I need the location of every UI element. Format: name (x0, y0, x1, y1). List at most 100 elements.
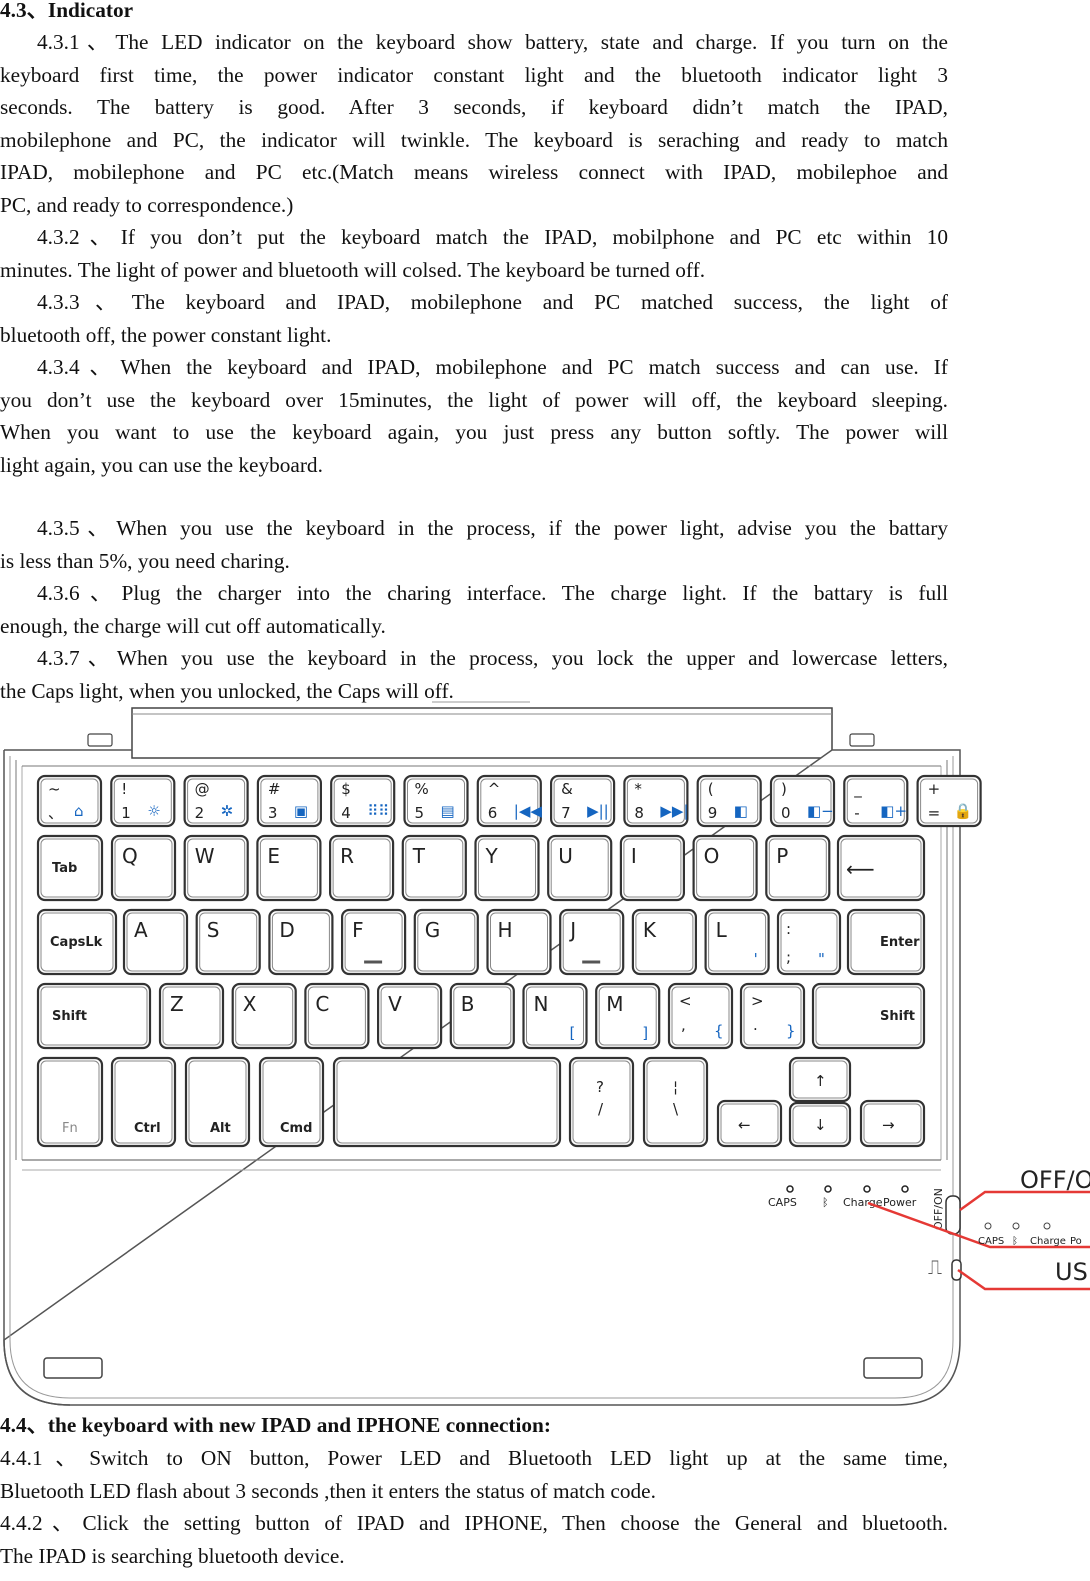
key-d[interactable]: D (268, 908, 334, 976)
key-9[interactable]: (9 ◧ (696, 774, 762, 828)
key-r[interactable]: R (329, 834, 395, 902)
key-period[interactable]: >.} (739, 982, 806, 1050)
key-cmd[interactable]: Cmd (258, 1056, 325, 1148)
key-bottom-symbol: 0 (781, 804, 791, 822)
key-enter-label: Enter (880, 935, 920, 950)
key-letter: B (461, 992, 475, 1016)
key-o[interactable]: O (692, 834, 758, 902)
key-space[interactable] (332, 1056, 562, 1148)
key-backslash[interactable]: ¦\ (642, 1056, 709, 1148)
arrow-right-icon: → (882, 1116, 895, 1134)
key-4[interactable]: $4 ⠿⠿ (330, 774, 396, 828)
key-5[interactable]: % 5 ▤ (403, 774, 469, 828)
key-i[interactable]: I (619, 834, 686, 902)
callout-caps-label: CAPS (978, 1236, 1004, 1247)
key-letter: Y (485, 844, 499, 868)
key-top-symbol: ! (121, 780, 127, 798)
key-m[interactable]: M] (595, 982, 661, 1050)
key-3[interactable]: #3 ▣ (256, 774, 322, 828)
callout-led-panel: CAPS ᛒ Charge Po (978, 1222, 1082, 1247)
key-h[interactable]: H (486, 908, 552, 976)
key-[interactable]: _ - ◧+ (843, 774, 909, 828)
key-shift-label: Shift (880, 1009, 915, 1024)
key-ctrl[interactable]: Ctrl (110, 1056, 177, 1148)
key-bottom-symbol: = (928, 804, 941, 822)
paragraph-4-3-3: 4.3.3、The keyboard and IPAD, mobilephone… (0, 286, 948, 351)
key-shift-right[interactable]: Shift (811, 982, 926, 1050)
key-x[interactable]: X (231, 982, 297, 1050)
key-c[interactable]: C (304, 982, 370, 1050)
lock-icon: 🔒 (954, 802, 973, 820)
callout-power-label: Po (1070, 1236, 1082, 1247)
key-arrow-down[interactable]: ↓ (788, 1101, 852, 1148)
key-k[interactable]: K (631, 908, 698, 976)
key-arrow-up[interactable]: ↑ (788, 1056, 852, 1103)
key-letter: L (716, 918, 728, 942)
key-capslock[interactable]: CapsLk (36, 908, 118, 976)
text-line: 4.3.4、When the keyboard and IPAD, mobile… (37, 355, 948, 379)
home-icon: ⌂ (74, 802, 84, 820)
key-1[interactable]: ! 1 ☼ (110, 774, 176, 828)
text-line: 4.3.7、When you use the keyboard in the p… (37, 646, 948, 670)
key-comma[interactable]: <, { (667, 982, 734, 1050)
key-w[interactable]: W (183, 834, 249, 902)
key-2[interactable]: @2 ✲ (183, 774, 249, 828)
key-letter: D (279, 918, 294, 942)
text-line: keyboard first time, the power indicator… (0, 62, 948, 87)
key-tab[interactable]: Tab (36, 834, 104, 902)
key-bottom-symbol: 、 (48, 804, 63, 822)
search-icon: ▤ (441, 802, 455, 820)
key-bottom-symbol: 5 (415, 804, 425, 822)
key-p[interactable]: P (765, 834, 831, 902)
key-[interactable]: ~ 、 ⌂ (36, 774, 103, 828)
key-alt[interactable]: Alt (184, 1056, 251, 1148)
power-switch[interactable] (945, 1195, 961, 1235)
paragraph-4-3-7: 4.3.7、When you use the keyboard in the p… (0, 642, 948, 707)
key-v[interactable]: V (377, 982, 443, 1050)
key-6[interactable]: ^ 6 |◀◀ (476, 774, 543, 828)
key-t[interactable]: T (401, 834, 467, 902)
callout-usb-label: USB (1055, 1258, 1090, 1286)
key-0[interactable]: ) 0 ◧− (769, 774, 836, 828)
play-pause-icon: ▶|| (587, 802, 609, 820)
key-enter[interactable]: Enter (846, 908, 926, 976)
key-l[interactable]: L' (704, 908, 770, 976)
key-7[interactable]: & 7 ▶|| (549, 774, 616, 828)
key-semicolon[interactable]: :; " (776, 908, 842, 976)
led-power-label: Power (883, 1196, 917, 1209)
volume-up-icon: ◧+ (880, 802, 907, 820)
key-b[interactable]: B (449, 982, 515, 1050)
key-fn[interactable]: Fn (36, 1056, 104, 1148)
key-f[interactable]: F (341, 908, 407, 976)
key-backspace[interactable]: ⟵ (836, 834, 926, 902)
switch-label: OFF/ON (932, 1188, 945, 1230)
key-cmd-label: Cmd (280, 1121, 312, 1136)
key-g[interactable]: G (413, 908, 479, 976)
text-line: 4.3.2、If you don’t put the keyboard matc… (37, 225, 948, 249)
text-line: Bluetooth LED flash about 3 seconds ,the… (0, 1478, 656, 1503)
key-q[interactable]: Q (110, 834, 177, 902)
key-bottom-symbol: , (681, 1016, 686, 1034)
key-s[interactable]: S (195, 908, 261, 976)
key-slash[interactable]: ?/ (568, 1056, 635, 1148)
paragraph-4-4-2: 4.4.2、Click the setting button of IPAD a… (0, 1507, 948, 1572)
key-shift-left[interactable]: Shift (36, 982, 152, 1050)
key-8[interactable]: * 8 ▶▶| (623, 774, 689, 828)
key-e[interactable]: E (256, 834, 322, 902)
key-letter: E (267, 844, 280, 868)
key-alt-label: Alt (210, 1121, 231, 1136)
key-[interactable]: + = 🔒 (916, 774, 982, 828)
key-arrow-right[interactable]: → (859, 1099, 926, 1148)
key-z[interactable]: Z (158, 982, 225, 1050)
key-ctrl-label: Ctrl (134, 1121, 161, 1136)
key-arrow-left[interactable]: ← (716, 1099, 783, 1148)
key-top-symbol: ^ (488, 780, 501, 798)
key-n[interactable]: N[ (522, 982, 588, 1050)
key-a[interactable]: A (122, 908, 189, 976)
key-y[interactable]: Y (474, 834, 540, 902)
key-j[interactable]: J (559, 908, 625, 976)
key-top-symbol: : (786, 920, 791, 938)
key-u[interactable]: U (547, 834, 613, 902)
text-line: is less than 5%, you need charing. (0, 548, 290, 573)
key-bottom-symbol: - (854, 804, 859, 822)
